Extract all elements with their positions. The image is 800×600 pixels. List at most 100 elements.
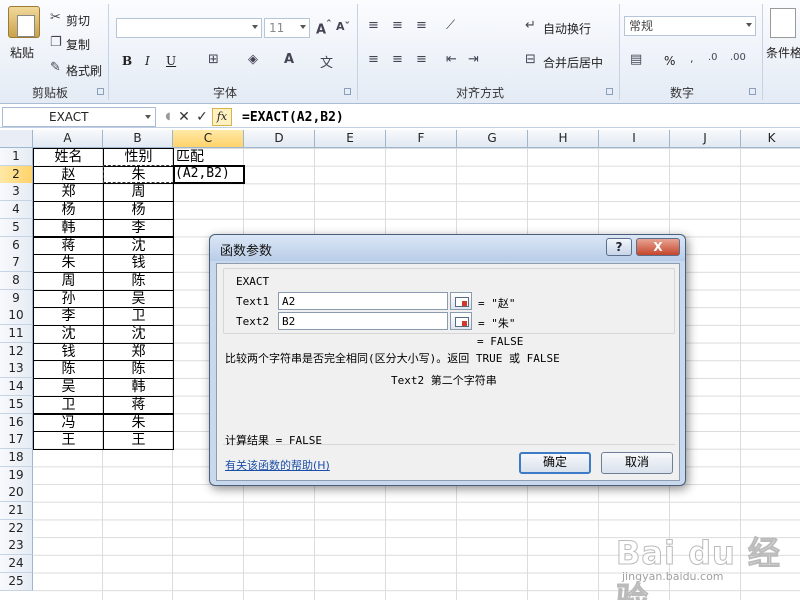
- row-header[interactable]: 15: [0, 395, 33, 414]
- row-header[interactable]: 8: [0, 271, 33, 290]
- text1-input[interactable]: [278, 292, 448, 310]
- row-header[interactable]: 3: [0, 183, 33, 202]
- border-icon[interactable]: ⊞: [208, 52, 219, 67]
- cell-b16[interactable]: 朱: [103, 413, 174, 433]
- grow-font-icon[interactable]: Aˆ: [316, 18, 331, 37]
- cancel-entry-icon[interactable]: ✕: [176, 108, 192, 126]
- column-header[interactable]: H: [528, 130, 599, 148]
- cell-b17[interactable]: 王: [103, 431, 174, 450]
- paste-icon[interactable]: [8, 6, 40, 38]
- cell-a10[interactable]: 李: [33, 307, 104, 326]
- row-header[interactable]: 4: [0, 201, 33, 220]
- clipboard-launcher-icon[interactable]: [97, 88, 104, 95]
- bold-button[interactable]: B: [122, 54, 132, 68]
- cell-a17[interactable]: 王: [33, 431, 104, 450]
- row-header[interactable]: 16: [0, 413, 33, 432]
- function-help-link[interactable]: 有关该函数的帮助(H): [225, 457, 330, 473]
- row-header[interactable]: 11: [0, 325, 33, 343]
- column-header[interactable]: C: [173, 130, 244, 148]
- cell-a2[interactable]: 赵: [33, 165, 104, 185]
- dialog-titlebar[interactable]: 函数参数 ? X: [210, 235, 685, 261]
- copy-button[interactable]: 复制: [66, 36, 90, 53]
- cell-a11[interactable]: 沈: [33, 325, 104, 344]
- cut-icon[interactable]: ✂: [50, 10, 61, 25]
- align-right-icon[interactable]: ≡: [416, 52, 427, 67]
- cell-a4[interactable]: 杨: [33, 201, 104, 220]
- font-color-icon[interactable]: A: [284, 52, 294, 67]
- increase-decimal-icon[interactable]: .0: [708, 52, 718, 63]
- cut-button[interactable]: 剪切: [66, 12, 90, 29]
- font-name-select[interactable]: [116, 18, 262, 38]
- select-all-corner[interactable]: [0, 130, 33, 148]
- column-header[interactable]: K: [741, 130, 800, 148]
- underline-button[interactable]: U: [166, 54, 176, 68]
- align-left-icon[interactable]: ≡: [368, 52, 379, 67]
- cell-b15[interactable]: 蒋: [103, 395, 174, 415]
- cell-b6[interactable]: 沈: [103, 236, 174, 256]
- row-header[interactable]: 17: [0, 431, 33, 450]
- cell-a3[interactable]: 郑: [33, 183, 104, 203]
- cell-a14[interactable]: 吴: [33, 378, 104, 397]
- merge-center-icon[interactable]: ⊟: [525, 52, 536, 67]
- row-header[interactable]: 25: [0, 572, 33, 591]
- cancel-button[interactable]: 取消: [601, 452, 673, 474]
- column-header[interactable]: E: [315, 130, 386, 148]
- cell-a12[interactable]: 钱: [33, 342, 104, 362]
- close-button[interactable]: X: [636, 238, 680, 256]
- number-launcher-icon[interactable]: [749, 88, 756, 95]
- shrink-font-icon[interactable]: Aˇ: [336, 20, 350, 33]
- formula-input[interactable]: [238, 107, 798, 127]
- cell-b14[interactable]: 韩: [103, 378, 174, 397]
- orientation-icon[interactable]: ⟋: [446, 18, 455, 33]
- column-header[interactable]: G: [457, 130, 528, 148]
- column-header[interactable]: F: [386, 130, 457, 148]
- help-title-button[interactable]: ?: [606, 238, 632, 256]
- cell-a7[interactable]: 朱: [33, 254, 104, 273]
- confirm-entry-icon[interactable]: ✓: [194, 108, 210, 126]
- fill-color-icon[interactable]: ◈: [248, 52, 258, 67]
- column-header[interactable]: D: [244, 130, 315, 148]
- cell-b5[interactable]: 李: [103, 218, 174, 238]
- align-middle-icon[interactable]: ≡: [392, 18, 403, 33]
- insert-function-icon[interactable]: fx: [212, 108, 232, 126]
- conditional-format-icon[interactable]: [770, 8, 796, 38]
- cell-b12[interactable]: 郑: [103, 342, 174, 362]
- align-top-icon[interactable]: ≡: [368, 18, 379, 33]
- decrease-indent-icon[interactable]: ⇤: [446, 52, 457, 67]
- text2-input[interactable]: [278, 312, 448, 330]
- row-header[interactable]: 21: [0, 502, 33, 520]
- decrease-decimal-icon[interactable]: .00: [730, 52, 746, 63]
- format-painter-button[interactable]: 格式刷: [66, 62, 102, 79]
- number-format-select[interactable]: 常规: [624, 16, 756, 36]
- cell-b13[interactable]: 陈: [103, 360, 174, 380]
- format-painter-icon[interactable]: ✎: [50, 60, 61, 75]
- alignment-launcher-icon[interactable]: [606, 88, 613, 95]
- cell-b11[interactable]: 沈: [103, 325, 174, 344]
- cell-b1[interactable]: 性别: [103, 148, 174, 167]
- paste-button[interactable]: 粘贴: [10, 44, 34, 61]
- wrap-text-button[interactable]: 自动换行: [543, 20, 591, 37]
- font-size-select[interactable]: 11: [264, 18, 310, 38]
- row-header[interactable]: 5: [0, 218, 33, 237]
- row-header[interactable]: 12: [0, 342, 33, 361]
- merge-center-button[interactable]: 合并后居中: [543, 54, 603, 71]
- column-header[interactable]: B: [103, 130, 173, 148]
- cell-a15[interactable]: 卫: [33, 395, 104, 415]
- name-box[interactable]: EXACT: [2, 107, 156, 127]
- cell-a13[interactable]: 陈: [33, 360, 104, 380]
- row-header[interactable]: 22: [0, 519, 33, 538]
- column-header[interactable]: I: [599, 130, 670, 148]
- cell-a5[interactable]: 韩: [33, 218, 104, 238]
- cell-b8[interactable]: 陈: [103, 271, 174, 291]
- collapse-dialog-icon[interactable]: [450, 292, 472, 310]
- column-header[interactable]: A: [33, 130, 103, 148]
- row-header[interactable]: 20: [0, 484, 33, 503]
- cell-c1[interactable]: 匹配: [176, 148, 204, 166]
- italic-button[interactable]: I: [145, 54, 150, 68]
- row-header[interactable]: 2: [0, 165, 33, 184]
- cell-a1[interactable]: 姓名: [33, 148, 104, 167]
- phonetic-icon[interactable]: 文: [320, 52, 333, 71]
- copy-icon[interactable]: ❐: [50, 35, 62, 50]
- row-header[interactable]: 9: [0, 289, 33, 308]
- conditional-format-button[interactable]: 条件格: [766, 44, 800, 61]
